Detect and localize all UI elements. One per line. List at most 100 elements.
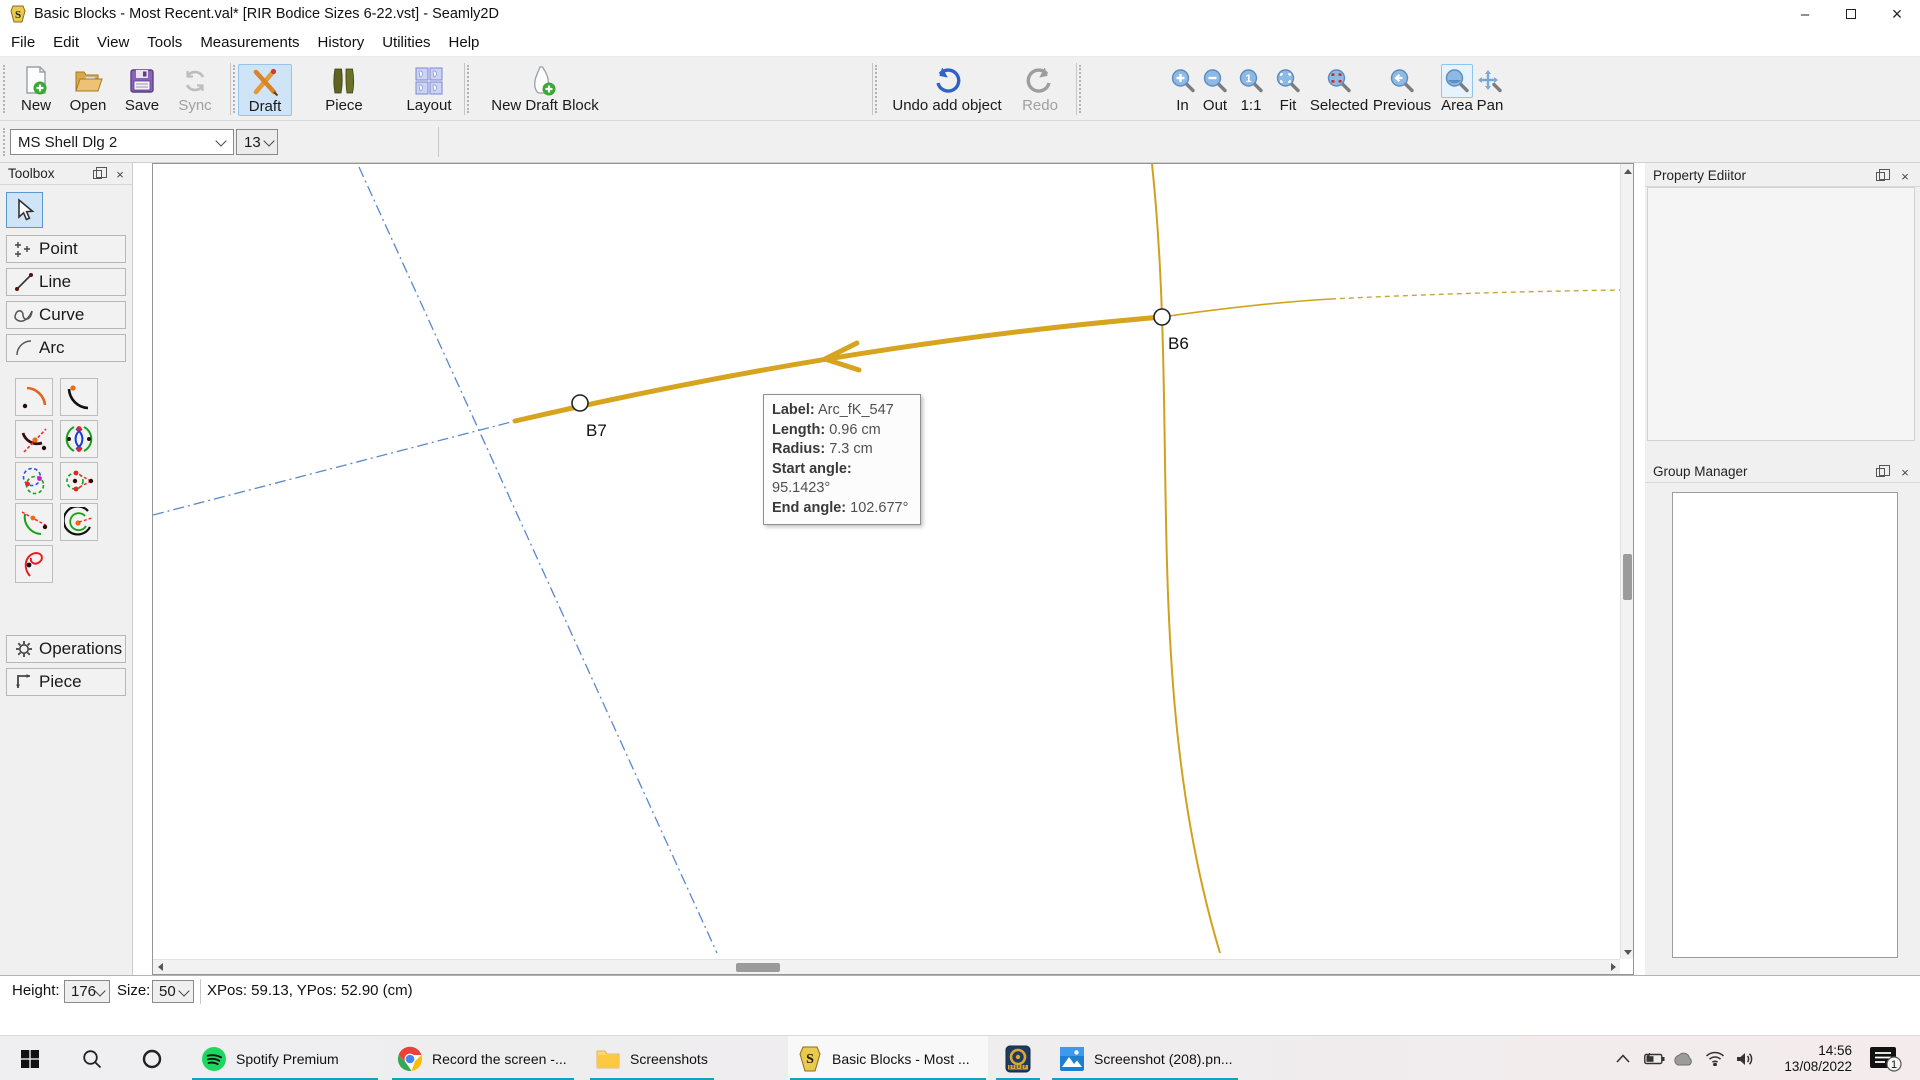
menu-edit[interactable]: Edit: [44, 28, 88, 57]
close-button[interactable]: ×: [1874, 0, 1920, 28]
zoom-pan-button[interactable]: Pan: [1470, 64, 1510, 116]
zoom-in-button[interactable]: In: [1164, 64, 1201, 116]
label-font-size-select[interactable]: 13: [236, 129, 278, 155]
redo-button[interactable]: Redo: [1014, 64, 1066, 116]
elliptical-arc-button[interactable]: [15, 545, 53, 583]
group-manager-list[interactable]: [1672, 492, 1898, 958]
tray-expand-button[interactable]: [1608, 1036, 1638, 1080]
layout-mode-button[interactable]: Layout: [400, 64, 458, 116]
group-manager-float-button[interactable]: [1873, 465, 1887, 479]
pattern-curve-right-solid[interactable]: [1162, 299, 1331, 317]
toolbox-category-arc[interactable]: Arc: [6, 334, 126, 362]
menu-view[interactable]: View: [88, 28, 138, 57]
taskbar-app-photos[interactable]: Screenshot (208).pn...: [1050, 1036, 1240, 1080]
toolbox-category-point[interactable]: Point: [6, 235, 126, 263]
start-button[interactable]: [10, 1036, 50, 1080]
toolbox-close-button[interactable]: ×: [113, 167, 127, 181]
taskbar-clock[interactable]: 14:56 13/08/2022: [1762, 1036, 1852, 1080]
pattern-curve-vertical[interactable]: [1152, 164, 1220, 953]
point-b6-label[interactable]: B6: [1168, 334, 1189, 353]
horizontal-scroll-thumb[interactable]: [736, 963, 780, 972]
minimize-button[interactable]: –: [1782, 0, 1828, 28]
menu-measurements[interactable]: Measurements: [191, 28, 308, 57]
scroll-up-icon[interactable]: [1621, 164, 1634, 178]
zoom-previous-button[interactable]: Previous: [1371, 64, 1433, 116]
maximize-button[interactable]: [1828, 0, 1874, 28]
toolbar-grip[interactable]: [3, 65, 7, 113]
toolbar-grip[interactable]: [3, 128, 7, 156]
taskbar-app-spotify[interactable]: Spotify Premium: [190, 1036, 380, 1080]
scroll-right-icon[interactable]: [1606, 960, 1620, 974]
zoom-selected-button[interactable]: Selected: [1307, 64, 1371, 116]
point-from-circle-tangent-button[interactable]: [60, 462, 98, 500]
undo-button[interactable]: Undo add object: [884, 64, 1010, 116]
wifi-status[interactable]: [1700, 1036, 1730, 1080]
label-font-select[interactable]: MS Shell Dlg 2: [10, 129, 234, 155]
vertical-scroll-thumb[interactable]: [1623, 554, 1632, 600]
point-arc-tangent-button[interactable]: [15, 503, 53, 541]
taskbar-app-chrome[interactable]: Record the screen -...: [390, 1036, 576, 1080]
toolbox-category-operations[interactable]: Operations: [6, 635, 126, 663]
new-button[interactable]: New: [11, 64, 61, 116]
point-of-intersection-arcs-button[interactable]: [60, 420, 98, 458]
toolbox-category-curve[interactable]: Curve: [6, 301, 126, 329]
toolbar-grip[interactable]: [467, 65, 471, 113]
property-editor-close-button[interactable]: ×: [1898, 169, 1912, 183]
toolbox-float-button[interactable]: [90, 167, 104, 181]
property-editor-float-button[interactable]: [1873, 169, 1887, 183]
taskbar-app-seamlyme[interactable]: [994, 1036, 1042, 1080]
action-center-button[interactable]: 1: [1862, 1036, 1908, 1080]
new-draft-block-icon: [530, 64, 560, 98]
point-b7[interactable]: [572, 395, 588, 411]
canvas-horizontal-scrollbar[interactable]: [153, 959, 1620, 974]
concentric-arcs-button[interactable]: [60, 503, 98, 541]
point-intersect-circles-button[interactable]: [15, 462, 53, 500]
save-button[interactable]: Save: [117, 64, 167, 116]
pattern-curve-right-dashed[interactable]: [1331, 290, 1620, 299]
new-draft-block-button[interactable]: New Draft Block: [478, 64, 612, 116]
menu-tools[interactable]: Tools: [138, 28, 191, 57]
zoom-original-button[interactable]: 1 1:1: [1233, 64, 1269, 116]
open-button[interactable]: Open: [63, 64, 113, 116]
clock-date: 13/08/2022: [1784, 1059, 1852, 1075]
canvas-surface[interactable]: B7 B6: [153, 164, 1620, 957]
volume-status[interactable]: [1730, 1036, 1762, 1080]
piece-mode-button[interactable]: Piece: [318, 64, 370, 116]
menu-history[interactable]: History: [309, 28, 374, 57]
drawing-canvas[interactable]: B7 B6 Label: Arc_fK_547 Length: 0.96 cm …: [152, 163, 1634, 975]
toolbar-grip[interactable]: [875, 65, 879, 113]
sync-button[interactable]: Sync: [168, 64, 222, 116]
zoom-fit-button[interactable]: Fit: [1269, 64, 1307, 116]
select-tool-button[interactable]: [6, 192, 43, 228]
zoom-out-button[interactable]: Out: [1197, 64, 1233, 116]
point-b6[interactable]: [1154, 309, 1170, 325]
canvas-vertical-scrollbar[interactable]: [1620, 164, 1633, 959]
construction-line-vertical[interactable]: [359, 167, 717, 953]
menu-utilities[interactable]: Utilities: [373, 28, 439, 57]
height-select[interactable]: 176: [64, 980, 110, 1003]
toolbar-grip[interactable]: [1079, 65, 1083, 113]
arc-tool-button[interactable]: [15, 378, 53, 416]
scroll-down-icon[interactable]: [1621, 945, 1634, 959]
height-value: 176: [71, 983, 96, 1000]
menu-file[interactable]: File: [2, 28, 44, 57]
group-manager-close-button[interactable]: ×: [1898, 465, 1912, 479]
taskbar-search-button[interactable]: [72, 1036, 112, 1080]
toolbox-category-piece[interactable]: Piece: [6, 668, 126, 696]
height-label: Height:: [12, 982, 60, 999]
battery-status[interactable]: [1640, 1036, 1668, 1080]
onedrive-status[interactable]: [1668, 1036, 1698, 1080]
cortana-button[interactable]: [132, 1036, 172, 1080]
point-b7-label[interactable]: B7: [586, 421, 607, 440]
taskbar-app-screenshots-folder[interactable]: Screenshots: [588, 1036, 716, 1080]
scroll-left-icon[interactable]: [153, 960, 167, 974]
arc-with-length-tool-button[interactable]: [60, 378, 98, 416]
tooltip-radius-key: Radius:: [772, 441, 825, 457]
taskbar-app-seamly2d-active[interactable]: S Basic Blocks - Most ...: [788, 1036, 988, 1080]
size-select[interactable]: 50: [152, 980, 194, 1003]
point-arc-line-intersect-button[interactable]: [15, 420, 53, 458]
toolbar-grip[interactable]: [233, 65, 237, 113]
menu-help[interactable]: Help: [440, 28, 489, 57]
draft-mode-button[interactable]: Draft: [238, 64, 292, 116]
toolbox-category-line[interactable]: Line: [6, 268, 126, 296]
